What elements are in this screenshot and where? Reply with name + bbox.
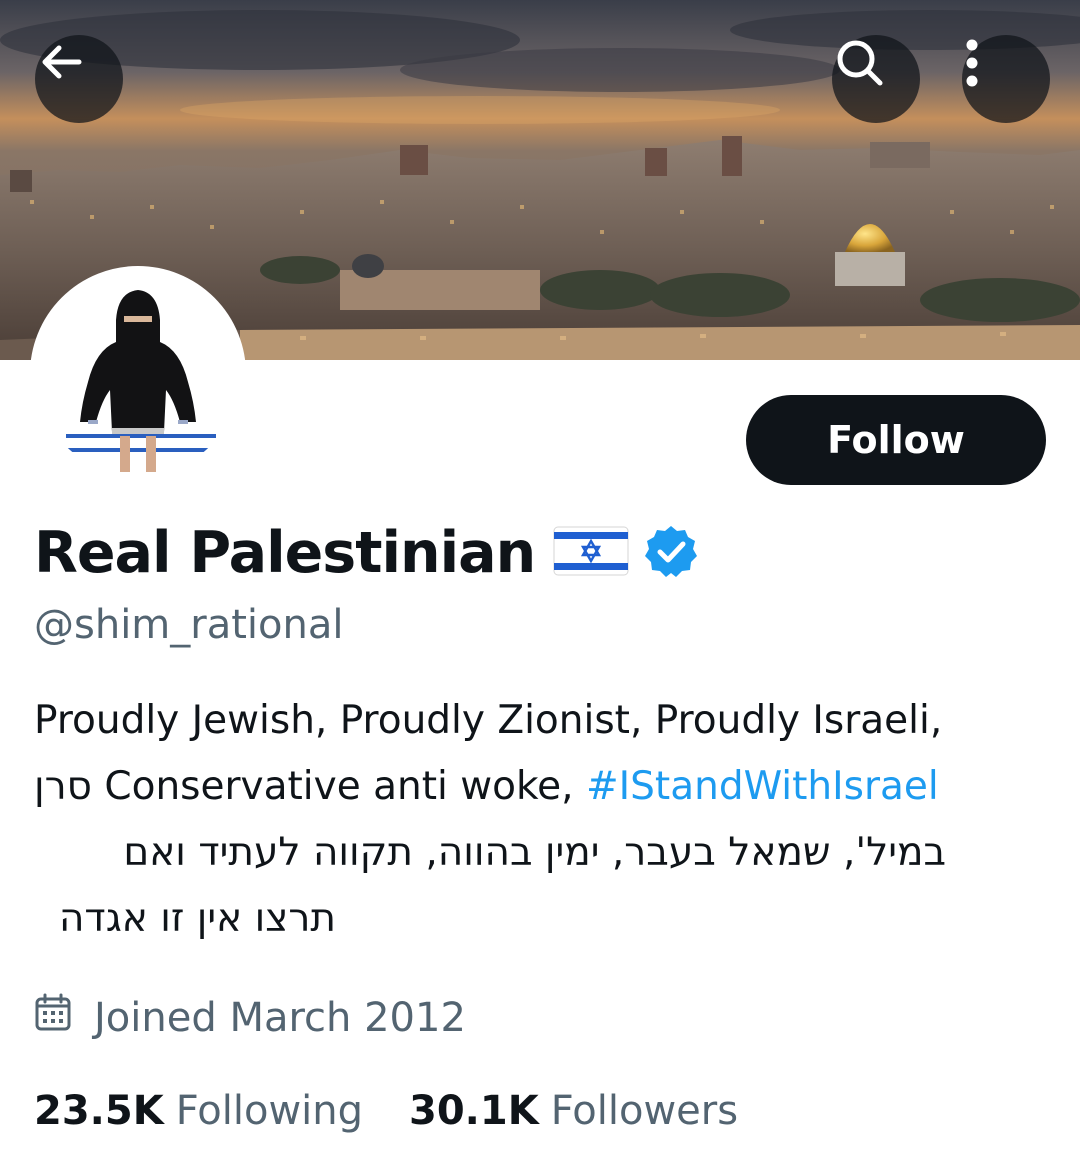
profile-bio: Proudly Jewish, Proudly Zionist, Proudly… [34, 688, 1054, 952]
followers-label: Followers [550, 1088, 739, 1134]
followers-stat[interactable]: 30.1K Followers [409, 1088, 738, 1134]
follow-stats: 23.5K Following 30.1K Followers [34, 1080, 738, 1142]
display-name: Real Palestinian [34, 520, 536, 586]
verified-badge-icon[interactable] [643, 523, 699, 583]
bio-line-1: Proudly Jewish, Proudly Zionist, Proudly… [34, 698, 943, 743]
hashtag-link[interactable]: #IStandWithIsrael [586, 764, 939, 809]
profile-name-row: Real Palestinian [34, 508, 699, 598]
bio-hebrew-rank: סרן [34, 764, 92, 809]
profile-page: Follow Real Palestinian @shim_rational P… [0, 0, 1080, 1152]
followers-count: 30.1K [409, 1088, 539, 1134]
follow-button[interactable]: Follow [746, 395, 1046, 485]
joined-date-row: Joined March 2012 [34, 988, 466, 1048]
following-label: Following [175, 1088, 364, 1134]
following-stat[interactable]: 23.5K Following [34, 1088, 363, 1134]
bio-line-2: סרן Conservative anti woke, #IStandWithI… [34, 754, 1054, 820]
profile-avatar[interactable] [30, 266, 246, 482]
search-button[interactable] [832, 35, 920, 123]
back-button[interactable] [35, 35, 123, 123]
calendar-icon [34, 993, 72, 1043]
bio-line-3: במיל', שמאל בעבר, ימין בהווה, תקווה לעתי… [123, 830, 946, 875]
joined-date: Joined March 2012 [94, 995, 466, 1041]
israel-flag-icon [553, 526, 629, 580]
profile-handle: @shim_rational [34, 602, 344, 648]
follow-button-label: Follow [827, 418, 965, 462]
bio-line-4: תרצו אין זו אגדה [58, 896, 336, 941]
more-options-button[interactable] [962, 35, 1050, 123]
following-count: 23.5K [34, 1088, 164, 1134]
bio-line-2-text: Conservative anti woke, [91, 764, 586, 809]
